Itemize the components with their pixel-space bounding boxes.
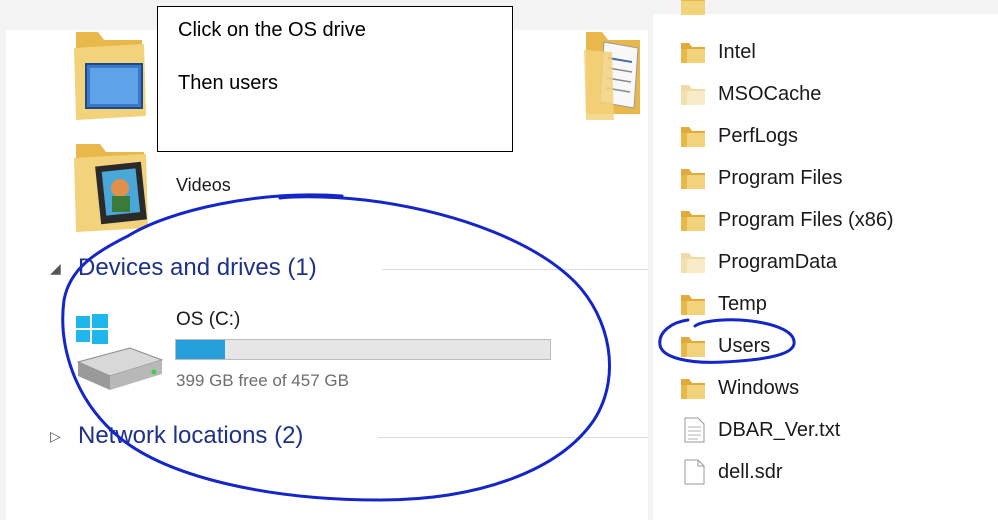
- folder-hidden-icon: [681, 85, 705, 105]
- folder-icon: [681, 337, 705, 357]
- file-row-temp[interactable]: Temp: [679, 283, 767, 325]
- file-name: DBAR_Ver.txt: [718, 418, 841, 441]
- file-row-programdata[interactable]: ProgramData: [679, 241, 837, 283]
- file-row-dbar-ver-txt[interactable]: DBAR_Ver.txt: [679, 409, 840, 451]
- file-icon: [684, 459, 705, 485]
- folder-icon: [681, 127, 705, 147]
- devices-and-drives-header[interactable]: ◢ Devices and drives (1): [50, 254, 317, 282]
- drive-usage-bar: [175, 339, 551, 360]
- folder-documents-icon[interactable]: [582, 24, 644, 124]
- os-drive-name[interactable]: OS (C:): [176, 309, 240, 331]
- folder-icon: [681, 211, 705, 231]
- file-name: Temp: [718, 292, 767, 315]
- file-row-windows[interactable]: Windows: [679, 367, 799, 409]
- callout-line-1: Click on the OS drive: [178, 19, 366, 41]
- file-name: dell.sdr: [718, 460, 783, 483]
- callout-line-2: Then users: [178, 72, 279, 94]
- folder-icon: [681, 295, 705, 315]
- file-name: PerfLogs: [718, 124, 799, 147]
- folder-videos-icon[interactable]: [72, 136, 154, 234]
- folder-hidden-icon: [681, 253, 705, 273]
- file-name: Windows: [718, 376, 800, 399]
- file-name: Program Files (x86): [718, 208, 894, 231]
- file-name: Intel: [718, 40, 756, 63]
- network-locations-header[interactable]: ▷ Network locations (2): [50, 422, 303, 450]
- file-row-program-files[interactable]: Program Files: [679, 157, 842, 199]
- file-row-cutoff[interactable]: [679, 0, 718, 22]
- file-row-program-files-x86[interactable]: Program Files (x86): [679, 199, 894, 241]
- devices-and-drives-label: Devices and drives (1): [78, 254, 317, 281]
- folder-icon: [681, 0, 705, 15]
- instruction-callout: Click on the OS drive Then users: [157, 6, 513, 152]
- folder-icon: [681, 169, 705, 189]
- file-name: Users: [718, 334, 771, 357]
- folder-icon: [681, 43, 705, 63]
- file-row-dell-sdr[interactable]: dell.sdr: [679, 451, 782, 493]
- file-name: Program Files: [718, 166, 843, 189]
- hard-drive-icon[interactable]: [72, 310, 166, 396]
- file-row-intel[interactable]: Intel: [679, 31, 756, 73]
- file-name: ProgramData: [718, 250, 837, 273]
- videos-label[interactable]: Videos: [176, 175, 231, 196]
- file-row-users[interactable]: Users: [679, 325, 770, 367]
- drive-usage-fill: [176, 340, 225, 359]
- folder-desktop-icon[interactable]: [72, 22, 148, 124]
- section-divider: [378, 437, 648, 438]
- file-row-perflogs[interactable]: PerfLogs: [679, 115, 798, 157]
- expand-chevron-icon[interactable]: ▷: [50, 428, 78, 445]
- file-name: MSOCache: [718, 82, 822, 105]
- section-divider: [382, 269, 648, 270]
- drive-free-space: 399 GB free of 457 GB: [176, 371, 349, 390]
- file-row-msocache[interactable]: MSOCache: [679, 73, 821, 115]
- network-locations-label: Network locations (2): [78, 422, 304, 449]
- text-file-icon: [684, 417, 705, 443]
- collapse-chevron-icon[interactable]: ◢: [50, 260, 78, 277]
- folder-icon: [681, 379, 705, 399]
